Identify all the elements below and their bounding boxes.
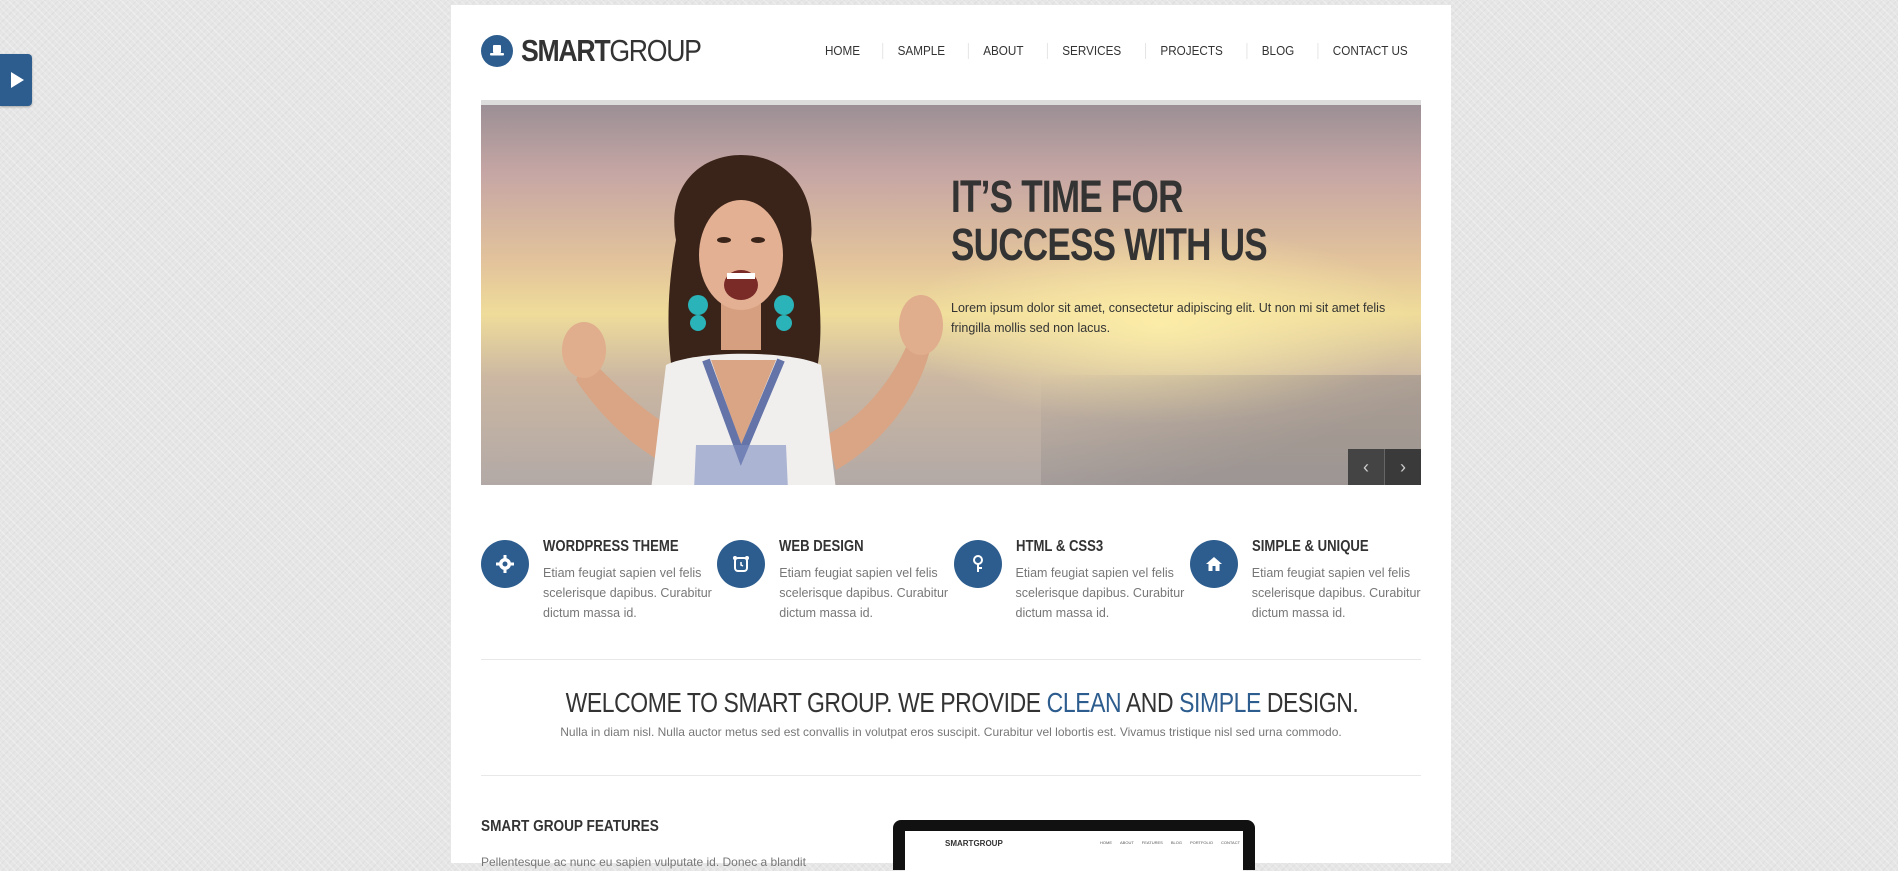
key-icon (953, 540, 1002, 588)
monitor-nav-item: PORTFOLIO (1189, 840, 1213, 845)
play-icon (11, 72, 24, 88)
feature-title: HTML & CSS3 (1015, 538, 1103, 555)
feature-item: WORDPRESS THEME Etiam feugiat sapien vel… (481, 535, 717, 635)
feature-description: Etiam feugiat sapien vel felis scelerisq… (543, 566, 712, 620)
feature-description: Etiam feugiat sapien vel felis scelerisq… (779, 566, 949, 620)
nav-contact-us[interactable]: CONTACT US (1317, 43, 1415, 59)
feature-title: WORDPRESS THEME (543, 538, 679, 555)
slider-next-button[interactable]: › (1384, 449, 1421, 485)
feature-description: Etiam feugiat sapien vel felis scelerisq… (1251, 566, 1421, 620)
feature-title: WEB DESIGN (779, 538, 864, 555)
hero-title: IT’S TIME FOR SUCCESS WITH US (951, 173, 1294, 269)
feature-item: HTML & CSS3 Etiam feugiat sapien vel fel… (953, 535, 1190, 635)
features-section-title: SMART GROUP FEATURES (481, 818, 659, 835)
logo-text: SMARTGROUP (521, 33, 702, 68)
hero-woman-image (562, 155, 943, 485)
chevron-left-icon: ‹ (1363, 456, 1369, 477)
chevron-right-icon: › (1400, 456, 1406, 477)
monitor-nav: HOME ABOUT FEATURES BLOG PORTFOLIO CONTA… (1100, 840, 1240, 845)
monitor-nav-item: BLOG (1170, 840, 1182, 845)
page-container: SMARTGROUP HOME SAMPLE ABOUT SERVICES PR… (451, 5, 1451, 871)
hero-slider: IT’S TIME FOR SUCCESS WITH US Lorem ipsu… (481, 100, 1421, 485)
clock-icon (717, 540, 766, 588)
hero-title-line-2: SUCCESS WITH US (951, 219, 1268, 270)
home-icon (1189, 540, 1238, 588)
monitor-screen: SMARTGROUP HOME ABOUT FEATURES BLOG PORT… (905, 831, 1243, 871)
monitor-nav-item: ABOUT (1120, 840, 1134, 845)
slider-prev-button[interactable]: ‹ (1348, 449, 1384, 485)
feature-title: SIMPLE & UNIQUE (1251, 538, 1369, 555)
nav-services[interactable]: SERVICES (1046, 43, 1136, 59)
hero-description: Lorem ipsum dolor sit amet, consectetur … (951, 301, 1386, 335)
top-hat-icon (481, 35, 513, 67)
style-switcher-toggle[interactable] (0, 54, 32, 106)
monitor-nav-item: FEATURES (1141, 840, 1163, 845)
logo[interactable]: SMARTGROUP (481, 35, 730, 67)
nav-about[interactable]: ABOUT (967, 43, 1038, 59)
feature-item: WEB DESIGN Etiam feugiat sapien vel feli… (717, 535, 953, 635)
monitor-nav-item: HOME (1100, 840, 1112, 845)
main-nav: HOME SAMPLE ABOUT SERVICES PROJECTS BLOG… (807, 43, 1421, 59)
divider (481, 659, 1421, 660)
slider-controls: ‹ › (1348, 449, 1421, 485)
nav-sample[interactable]: SAMPLE (882, 43, 959, 59)
nav-home[interactable]: HOME (811, 43, 875, 59)
welcome-heading: WELCOME TO SMART GROUP. WE PROVIDE CLEAN… (565, 687, 1359, 718)
monitor-logo: SMARTGROUP (945, 839, 1003, 848)
feature-list: WORDPRESS THEME Etiam feugiat sapien vel… (481, 535, 1426, 635)
feature-item: SIMPLE & UNIQUE Etiam feugiat sapien vel… (1189, 535, 1426, 635)
divider (481, 775, 1421, 776)
hero-title-line-1: IT’S TIME FOR (951, 171, 1183, 222)
welcome-subtext: Nulla in diam nisl. Nulla auctor metus s… (560, 725, 1342, 739)
feature-description: Etiam feugiat sapien vel felis scelerisq… (1015, 566, 1185, 620)
monitor-nav-item: CONTACT (1221, 840, 1241, 845)
features-section-text: Pellentesque ac nunc eu sapien vulputate… (481, 855, 806, 869)
welcome-section: WELCOME TO SMART GROUP. WE PROVIDE CLEAN… (481, 687, 1421, 739)
gear-icon (481, 540, 529, 588)
nav-projects[interactable]: PROJECTS (1145, 43, 1237, 59)
nav-blog[interactable]: BLOG (1246, 43, 1308, 59)
header: SMARTGROUP HOME SAMPLE ABOUT SERVICES PR… (481, 5, 1421, 100)
